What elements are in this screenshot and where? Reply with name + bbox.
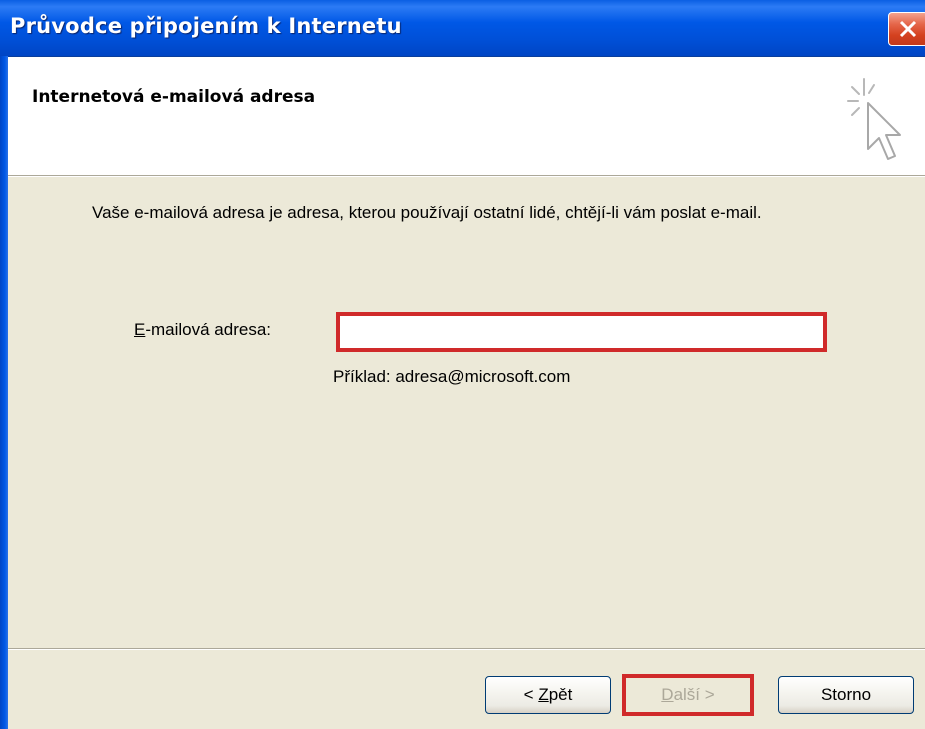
page-title: Internetová e-mailová adresa: [32, 87, 316, 107]
email-field[interactable]: [336, 312, 827, 352]
wizard-header: Internetová e-mailová adresa: [8, 57, 925, 176]
email-example: Příklad: adresa@microsoft.com: [333, 367, 571, 386]
back-button[interactable]: < Zpět: [485, 676, 611, 714]
next-button-mnemonic: D: [661, 685, 674, 704]
window-left-border: [0, 56, 8, 729]
close-button[interactable]: [888, 12, 925, 46]
wizard-window: Průvodce připojením k Internetu Internet…: [0, 0, 925, 729]
footer-divider: [8, 648, 925, 650]
email-label: E-mailová adresa:: [134, 320, 271, 340]
cancel-button[interactable]: Storno: [778, 676, 914, 714]
window-title: Průvodce připojením k Internetu: [10, 14, 402, 38]
description-text: Vaše e-mailová adresa je adresa, kterou …: [92, 203, 762, 222]
close-icon: [899, 20, 917, 38]
title-bar[interactable]: Průvodce připojením k Internetu: [0, 0, 925, 57]
back-button-mnemonic: Z: [538, 685, 549, 704]
email-label-mnemonic: E: [134, 320, 146, 339]
back-button-prefix: <: [523, 685, 539, 704]
back-button-text: pět: [548, 685, 573, 704]
next-button[interactable]: Další >: [622, 674, 754, 716]
wizard-cursor-sparkle-icon: [847, 78, 901, 160]
email-label-text: -mailová adresa:: [145, 320, 272, 339]
header-divider: [8, 175, 925, 177]
next-button-text: alší >: [673, 685, 715, 704]
